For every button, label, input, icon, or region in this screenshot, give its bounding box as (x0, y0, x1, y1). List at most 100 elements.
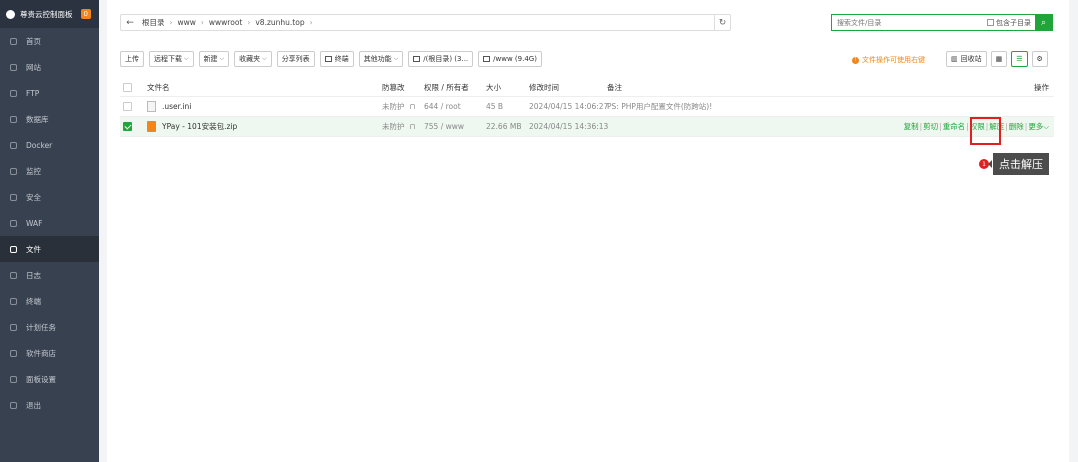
copy-link[interactable]: 复制 (904, 122, 919, 131)
sidebar-item-label: 安全 (26, 192, 41, 202)
upload-button[interactable]: 上传 (120, 51, 144, 67)
grid-view-button[interactable]: ▦ (990, 51, 1008, 67)
store-icon (10, 349, 17, 357)
search-input[interactable] (832, 15, 987, 30)
sidebar-item[interactable]: 终端 (0, 288, 99, 314)
header-protect[interactable]: 防篡改 (370, 82, 407, 93)
new-label: 新建 (203, 55, 218, 63)
docker-icon (10, 141, 17, 149)
file-name[interactable]: .user.ini (162, 102, 191, 111)
delete-link[interactable]: 删除 (1009, 122, 1024, 131)
logout-icon (10, 401, 17, 409)
crumb-wwwroot[interactable]: wwwroot (209, 18, 242, 27)
row-checkbox[interactable] (123, 102, 132, 111)
table-header: 文件名 防篡改 权限 / 所有者 大小 修改时间 备注 操作 (120, 78, 1054, 97)
sidebar-item[interactable]: 文件 (0, 236, 99, 262)
row-checkbox[interactable] (123, 122, 132, 131)
subdir-label: 包含子目录 (996, 18, 1031, 27)
subdir-checkbox[interactable]: 包含子目录 (987, 18, 1031, 28)
waf-icon (10, 219, 17, 227)
back-arrow-icon[interactable]: ← (121, 18, 139, 28)
chevron-right-icon: › (200, 18, 204, 27)
header-size[interactable]: 大小 (473, 82, 517, 93)
gear-icon: ⚙ (1036, 55, 1043, 63)
sidebar-item[interactable]: 网站 (0, 54, 99, 80)
perm-cell[interactable]: 755 / www (407, 122, 473, 131)
ftp-icon (10, 89, 17, 97)
sidebar-item[interactable]: 监控 (0, 158, 99, 184)
new-button[interactable]: 新建 ⌵ (198, 51, 230, 67)
settings-button[interactable]: ⚙ (1031, 51, 1048, 67)
terminal-button[interactable]: 终端 (319, 51, 354, 67)
sidebar-item[interactable]: FTP (0, 80, 99, 106)
mtime-cell: 2024/04/15 14:06:27 (529, 102, 609, 111)
note-cell[interactable]: PS: PHP用户配置文件(防跨站)! (607, 101, 837, 112)
header-ops: 操作 (1034, 82, 1049, 92)
sidebar-item-label: Docker (26, 140, 53, 150)
header-mtime[interactable]: 修改时间 (517, 82, 607, 93)
globe-icon (10, 63, 17, 71)
list-view-button[interactable]: ☰ (1011, 51, 1028, 67)
file-name-cell[interactable]: .user.ini (135, 101, 370, 112)
table-row[interactable]: YPay - 101安装包.zip 未防护 ⊓ 755 / www 22.66 M… (120, 117, 1054, 137)
disk-root-label: /(根目录) (3... (423, 55, 469, 63)
chevron-right-icon: › (169, 18, 173, 27)
rename-link[interactable]: 重命名 (943, 122, 966, 131)
disk-root-button[interactable]: /(根目录) (3... (408, 51, 474, 67)
disk-www-button[interactable]: /www (9.4G) (478, 51, 542, 67)
sidebar-item[interactable]: 数据库 (0, 106, 99, 132)
more-functions-button[interactable]: 其他功能 ⌵ (358, 51, 404, 67)
terminal-label: 终端 (334, 55, 349, 63)
sidebar-item[interactable]: 计划任务 (0, 314, 99, 340)
crumb-root[interactable]: 根目录 (142, 17, 165, 28)
sidebar-item-label: 日志 (26, 270, 41, 280)
sidebar-item[interactable]: 软件商店 (0, 340, 99, 366)
share-list-button[interactable]: 分享列表 (276, 51, 315, 67)
sidebar-item[interactable]: Docker (0, 132, 99, 158)
cut-link[interactable]: 剪切 (923, 122, 938, 131)
sidebar: 尊贵云控制面板 0 首页 网站 FTP 数据库 Docker 监控安全 WAF 文件日志终端计… (0, 0, 99, 462)
search-icon[interactable]: ⌕ (1035, 14, 1052, 31)
protect-status: 未防护 (382, 122, 405, 131)
disk-icon (483, 56, 491, 62)
sidebar-item-label: 软件商店 (26, 348, 56, 358)
sidebar-item[interactable]: 首页 (0, 28, 99, 54)
file-table: 文件名 防篡改 权限 / 所有者 大小 修改时间 备注 操作 .user.ini… (120, 78, 1054, 137)
sidebar-item[interactable]: 安全 (0, 184, 99, 210)
sidebar-item[interactable]: 日志 (0, 262, 99, 288)
select-all-checkbox[interactable] (123, 82, 132, 92)
crumb-www[interactable]: www (178, 18, 196, 27)
instruction-callout: 1 点击解压 (979, 153, 1049, 175)
notification-badge[interactable]: 0 (80, 9, 91, 19)
favorites-button[interactable]: 收藏夹 ⌵ (234, 51, 272, 67)
header-perm[interactable]: 权限 / 所有者 (407, 82, 473, 93)
refresh-icon[interactable]: ↻ (714, 15, 730, 30)
more-link[interactable]: 更多⌵ (1028, 122, 1049, 131)
separator: | (919, 122, 923, 131)
table-row[interactable]: .user.ini 未防护 ⊓ 644 / root 45 B 2024/04/1… (120, 97, 1054, 117)
crumb-site[interactable]: v8.zunhu.top (255, 18, 304, 27)
sidebar-item[interactable]: WAF (0, 210, 99, 236)
zip-file-icon (147, 121, 156, 132)
grid-icon: ▦ (995, 55, 1003, 63)
disk-www-label: /www (9.4G) (493, 55, 537, 63)
sidebar-item[interactable]: 退出 (0, 392, 99, 418)
size-cell: 45 B (486, 102, 504, 111)
protect-cell[interactable]: 未防护 ⊓ (370, 121, 415, 132)
favorites-label: 收藏夹 (239, 55, 261, 63)
sidebar-item-label: FTP (26, 88, 40, 98)
file-name-cell[interactable]: YPay - 101安装包.zip (135, 121, 370, 132)
sidebar-item-label: 监控 (26, 166, 41, 176)
remote-download-button[interactable]: 远程下载 ⌵ (149, 51, 194, 67)
protect-cell[interactable]: 未防护 ⊓ (370, 101, 415, 112)
sidebar-item[interactable]: 面板设置 (0, 366, 99, 392)
separator: | (1005, 122, 1008, 131)
path-bar: ← 根目录 › www › wwwroot › v8.zunhu.top › ↻ (120, 14, 731, 31)
remote-download-label: 远程下载 (154, 55, 182, 63)
file-name[interactable]: YPay - 101安装包.zip (162, 121, 237, 132)
brand-title: 尊贵云控制面板 (20, 9, 73, 19)
sidebar-header[interactable]: 尊贵云控制面板 0 (0, 0, 99, 28)
header-name[interactable]: 文件名 (135, 82, 370, 93)
recycle-bin-button[interactable]: ▥ 回收站 (946, 51, 987, 67)
perm-cell[interactable]: 644 / root (407, 102, 473, 111)
